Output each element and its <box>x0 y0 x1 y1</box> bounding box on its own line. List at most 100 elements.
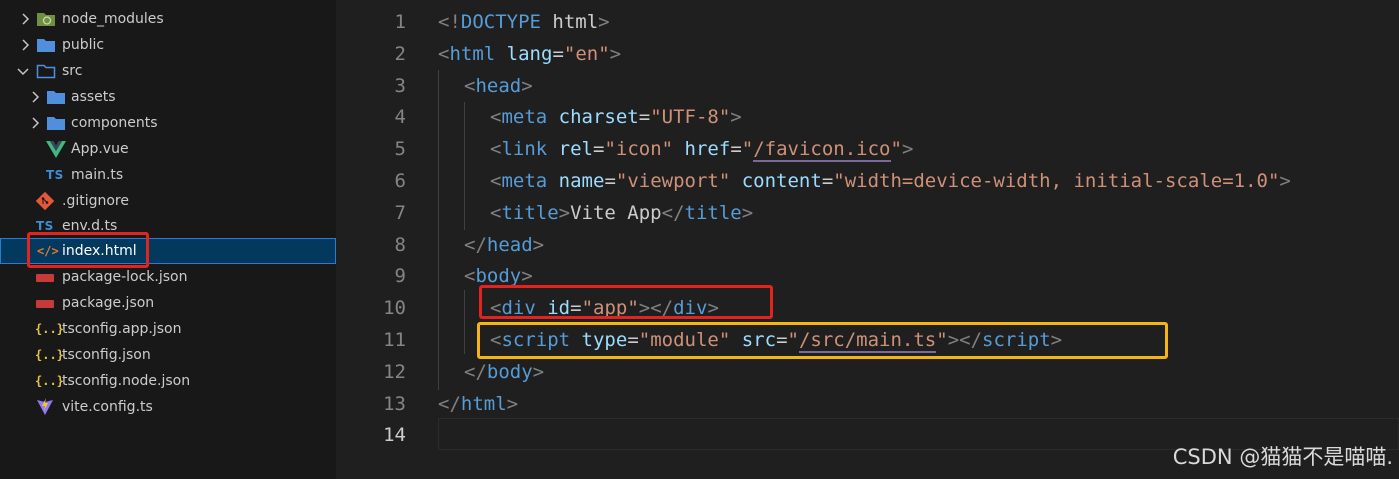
tree-item-assets[interactable]: assets <box>0 84 336 110</box>
tree-item-package-json[interactable]: package.json <box>0 290 336 316</box>
tree-item-tsconfig-json[interactable]: {..} tsconfig.json <box>0 342 336 368</box>
tree-item-label: assets <box>71 89 116 105</box>
code-token: > <box>521 265 533 287</box>
code-token: > <box>532 361 545 383</box>
code-line[interactable]: <html lang="en"> <box>438 38 621 70</box>
code-token: < <box>438 43 450 65</box>
indent-guide <box>438 70 439 390</box>
tree-item-label: package-lock.json <box>62 269 188 285</box>
tree-item-label: tsconfig.json <box>62 347 151 363</box>
chevron-down-icon <box>17 68 29 76</box>
line-number: 8 <box>394 234 406 256</box>
npm-icon <box>36 295 58 313</box>
tree-item-node-modules[interactable]: node_modules <box>0 6 336 32</box>
code-line[interactable]: </body> <box>464 356 544 388</box>
line-number: 13 <box>383 393 406 415</box>
code-token: rel <box>558 138 593 160</box>
red-highlight-box <box>479 285 773 319</box>
line-number: 1 <box>394 11 406 33</box>
tree-item-label: node_modules <box>62 11 164 27</box>
tree-item-public[interactable]: public <box>0 32 336 58</box>
tree-item-src[interactable]: src <box>0 58 336 84</box>
code-editor[interactable]: 1 2 3 4 5 6 7 8 9 10 11 12 13 14 <!DOCTYPE html> <html… <box>336 0 1399 479</box>
code-token: html <box>449 43 496 65</box>
tree-item-package-lock-json[interactable]: package-lock.json <box>0 264 336 290</box>
code-line[interactable]: <!DOCTYPE html> <box>438 6 610 38</box>
code-token: "viewport" <box>615 170 731 192</box>
red-highlight-box <box>27 232 149 268</box>
code-token: html <box>460 393 507 415</box>
code-token: </ <box>661 202 685 224</box>
code-token: body <box>475 265 522 287</box>
tree-item-main-ts[interactable]: TS main.ts <box>0 162 336 188</box>
code-token: = <box>821 170 834 192</box>
npm-icon <box>36 269 58 287</box>
typescript-icon: TS <box>46 168 64 182</box>
code-token: = <box>552 43 564 65</box>
chevron-right-icon <box>22 39 30 51</box>
tree-item-label: package.json <box>62 295 155 311</box>
tree-item-vite-config-ts[interactable]: vite.config.ts <box>0 394 336 420</box>
code-token: head <box>486 234 533 256</box>
code-token: </ <box>438 393 461 415</box>
code-token: < <box>464 75 476 97</box>
code-line[interactable]: <meta name="viewport" content="width=dev… <box>490 165 1291 197</box>
tree-item-label: .gitignore <box>62 193 129 209</box>
folder-icon <box>36 36 58 54</box>
code-token: "UTF-8" <box>650 106 731 128</box>
tree-item-tsconfig-node-json[interactable]: {..} tsconfig.node.json <box>0 368 336 394</box>
tree-item-label: tsconfig.node.json <box>62 373 191 389</box>
code-token: </ <box>464 361 487 383</box>
tree-item-label: App.vue <box>71 141 129 157</box>
code-token: </ <box>464 234 487 256</box>
code-token: head <box>475 75 522 97</box>
code-line[interactable]: <head> <box>464 70 533 102</box>
code-line[interactable]: <link rel="icon" href="/favicon.ico"> <box>490 133 913 165</box>
tree-item-gitignore[interactable]: .gitignore <box>0 188 336 214</box>
tree-item-label: public <box>62 37 105 53</box>
code-token: > <box>521 75 533 97</box>
code-line[interactable]: <meta charset="UTF-8"> <box>490 101 742 133</box>
indent-guide <box>464 290 465 354</box>
chevron-right-icon <box>32 117 40 129</box>
code-token: < <box>490 170 502 192</box>
code-token: = <box>593 138 605 160</box>
code-token: > <box>506 393 519 415</box>
code-token: name <box>558 170 605 192</box>
code-line[interactable]: </head> <box>464 229 544 261</box>
tree-item-label: vite.config.ts <box>62 399 153 415</box>
code-token: > <box>730 106 742 128</box>
line-number: 2 <box>394 43 406 65</box>
code-token: DOCTYPE <box>460 11 541 33</box>
tree-item-label: components <box>71 115 158 131</box>
yellow-highlight-box <box>477 322 1168 359</box>
line-number: 7 <box>394 202 406 224</box>
code-token: < <box>464 265 476 287</box>
code-token: < <box>490 138 502 160</box>
line-number: 6 <box>394 170 406 192</box>
code-token: body <box>486 361 533 383</box>
code-token: < <box>490 202 502 224</box>
tree-item-tsconfig-app-json[interactable]: {..} tsconfig.app.json <box>0 316 336 342</box>
folder-node-icon <box>36 10 58 28</box>
code-token: > <box>532 234 545 256</box>
line-number: 4 <box>394 106 406 128</box>
tree-item-components[interactable]: components <box>0 110 336 136</box>
code-line[interactable]: </html> <box>438 388 518 420</box>
folder-open-icon <box>36 62 58 80</box>
tree-item-label: src <box>62 63 83 79</box>
tree-item-app-vue[interactable]: App.vue <box>0 136 336 162</box>
line-number: 11 <box>383 329 406 351</box>
code-line[interactable]: <title>Vite App</title> <box>490 197 753 229</box>
code-token: href <box>684 138 731 160</box>
code-token: > <box>558 202 571 224</box>
line-number: 5 <box>394 138 406 160</box>
vite-icon <box>36 398 58 416</box>
git-icon <box>36 192 58 210</box>
json-icon: {..} <box>35 374 64 388</box>
code-token: html <box>540 11 599 33</box>
